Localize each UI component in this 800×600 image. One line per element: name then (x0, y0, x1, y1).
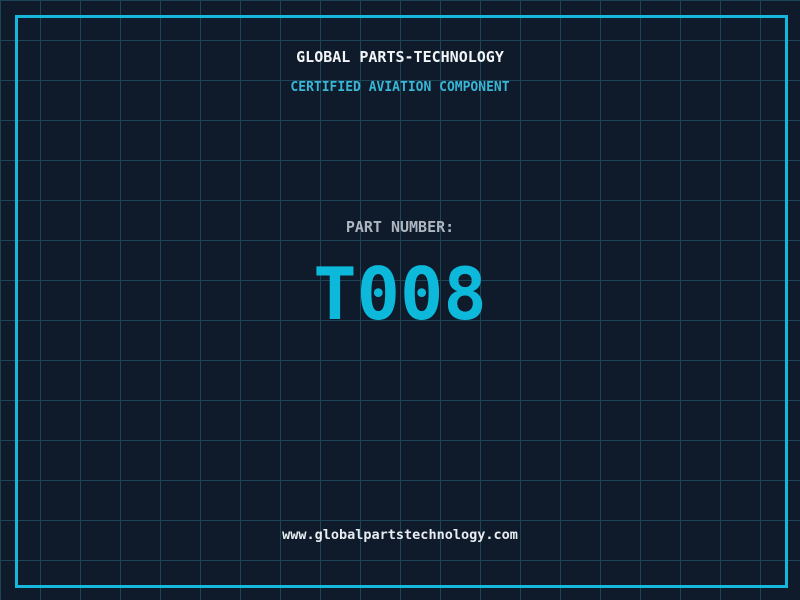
website-url: www.globalpartstechnology.com (282, 527, 518, 543)
certification-tagline: CERTIFIED AVIATION COMPONENT (290, 80, 510, 95)
company-name: GLOBAL PARTS-TECHNOLOGY (296, 48, 504, 66)
part-number-label: PART NUMBER: (345, 218, 455, 236)
part-number-value: T008 (313, 252, 487, 336)
part-placard-screen: GLOBAL PARTS-TECHNOLOGY CERTIFIED AVIATI… (0, 0, 800, 600)
